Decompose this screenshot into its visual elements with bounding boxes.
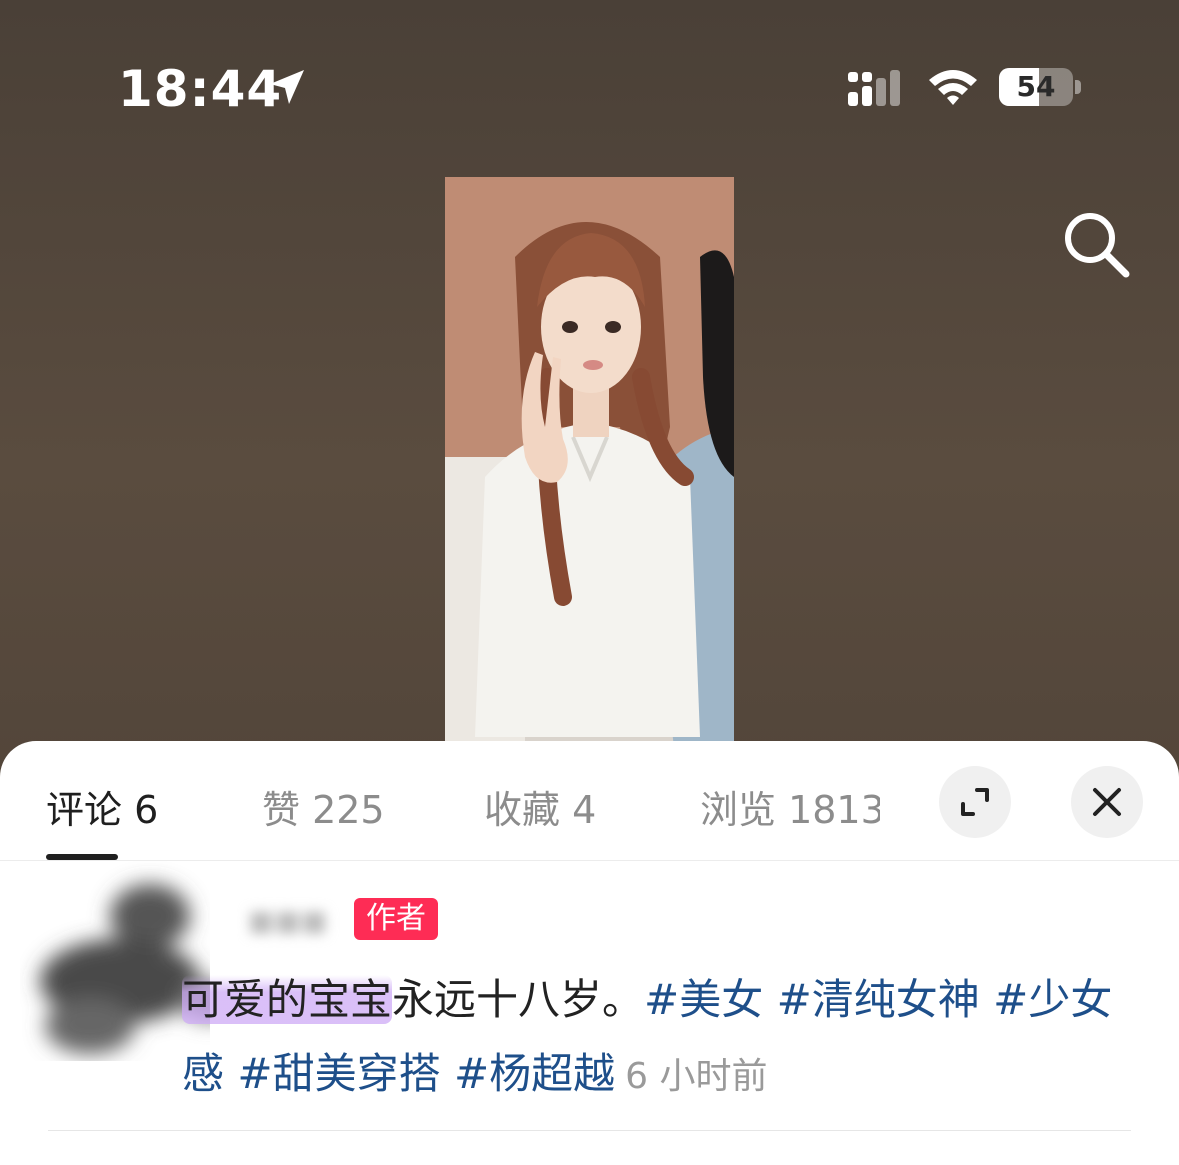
tab-likes[interactable]: 赞 225: [262, 779, 385, 834]
close-icon: [1093, 788, 1121, 816]
comment-highlight: 可爱的宝宝: [182, 975, 393, 1024]
comment-divider: [48, 1130, 1131, 1131]
expand-icon: [961, 788, 989, 816]
hashtag-qingchunnvshen[interactable]: #清纯女神: [777, 975, 980, 1024]
hashtag-tianmeichuanda[interactable]: #甜美穿搭: [237, 1049, 440, 1098]
hashtag-meinv[interactable]: #美女: [644, 975, 763, 1024]
close-button[interactable]: [1071, 766, 1143, 838]
tab-views[interactable]: 浏览 1813: [700, 779, 880, 834]
comment-body: 永远十八岁。: [392, 975, 645, 1024]
comment-timestamp: 6 小时前: [625, 1056, 768, 1097]
tab-favorites[interactable]: 收藏 4: [484, 779, 596, 834]
search-icon[interactable]: [1058, 206, 1132, 280]
photo-illustration: [445, 177, 734, 757]
wifi-icon: [929, 70, 977, 105]
post-photo[interactable]: [445, 177, 734, 757]
battery-tip: [1075, 80, 1081, 94]
battery-level: 54: [1016, 70, 1056, 103]
tab-comments[interactable]: 评论 6: [46, 779, 158, 834]
screen: 18:44 54 评论 6 赞 225 收藏 4 浏览 1813 ■■■ 作者 …: [0, 0, 1179, 1165]
author-badge: 作者: [354, 898, 438, 940]
tab-bar: 评论 6 赞 225 收藏 4 浏览 1813: [0, 741, 1179, 861]
hashtag-yangchaoyue[interactable]: #杨超越: [454, 1049, 615, 1098]
status-time: 18:44: [118, 60, 283, 118]
expand-button[interactable]: [939, 766, 1011, 838]
comments-sheet: 评论 6 赞 225 收藏 4 浏览 1813 ■■■ 作者 可爱的宝宝永远十八…: [0, 741, 1179, 1165]
comment-username[interactable]: ■■■: [248, 904, 343, 938]
cellular-signal-icon: [848, 70, 900, 106]
battery-indicator: 54: [999, 68, 1073, 106]
comment-text: 可爱的宝宝永远十八岁。#美女 #清纯女神 #少女感 #甜美穿搭 #杨超越 6 小时…: [182, 963, 1132, 1114]
location-arrow-icon: [270, 70, 304, 104]
